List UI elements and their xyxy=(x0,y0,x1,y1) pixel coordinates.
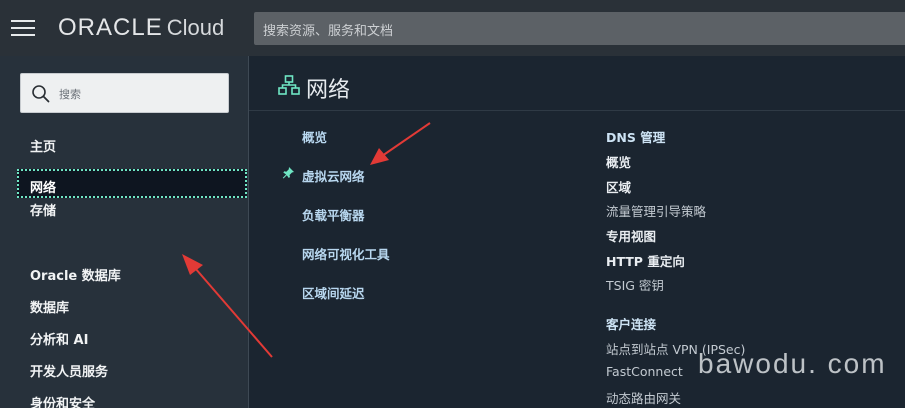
network-icon xyxy=(278,75,300,95)
sidebar-item-developer-services[interactable]: 开发人员服务 xyxy=(30,361,108,380)
oracle-cloud-logo[interactable]: ORACLE Cloud xyxy=(58,14,224,44)
link-network-visualizer[interactable]: 网络可视化工具 xyxy=(302,244,390,263)
sidebar-divider xyxy=(248,56,249,408)
watermark: bawodu. com xyxy=(698,348,887,379)
link-virtual-cloud-networks[interactable]: 虚拟云网络 xyxy=(302,166,365,185)
sidebar-item-networking-label: 网络 xyxy=(30,181,57,196)
search-icon xyxy=(32,85,50,103)
link-inter-region-latency[interactable]: 区域间延迟 xyxy=(302,283,365,302)
dns-link-overview[interactable]: 概览 xyxy=(606,152,631,171)
link-load-balancers[interactable]: 负载平衡器 xyxy=(302,205,365,224)
sidebar-item-storage[interactable]: 存储 xyxy=(30,200,56,219)
sidebar-item-home[interactable]: 主页 xyxy=(30,136,56,155)
link-fastconnect[interactable]: FastConnect xyxy=(606,364,683,379)
arrow-to-virtual-cloud-network xyxy=(370,122,431,165)
hamburger-menu-icon[interactable] xyxy=(0,0,46,56)
top-bar: ORACLE Cloud 搜索资源、服务和文档 xyxy=(0,0,905,56)
page-title-text: 网络 xyxy=(306,78,351,103)
logo-product: Cloud xyxy=(166,15,225,40)
sidebar-item-analytics-ai[interactable]: 分析和 AI xyxy=(30,329,88,348)
dns-management-heading: DNS 管理 xyxy=(606,130,666,145)
sidebar-item-networking[interactable]: 网络 xyxy=(17,169,247,198)
dns-link-tsig-keys[interactable]: TSIG 密钥 xyxy=(606,275,664,294)
global-search-input[interactable]: 搜索资源、服务和文档 xyxy=(254,12,905,45)
dns-link-http-redirect[interactable]: HTTP 重定向 xyxy=(606,251,685,270)
sidebar-item-databases[interactable]: 数据库 xyxy=(30,297,69,316)
sidebar-item-oracle-database[interactable]: Oracle 数据库 xyxy=(30,265,121,284)
dns-link-private-views[interactable]: 专用视图 xyxy=(606,226,656,245)
dns-link-traffic-steering[interactable]: 流量管理引导策略 xyxy=(606,201,706,220)
sidebar: 搜索 xyxy=(0,56,248,408)
sidebar-search-input[interactable]: 搜索 xyxy=(20,73,229,113)
sidebar-search-placeholder: 搜索 xyxy=(59,88,81,101)
title-divider xyxy=(249,110,905,111)
sidebar-item-identity-security[interactable]: 身份和安全 xyxy=(30,393,95,408)
pin-icon[interactable] xyxy=(282,166,295,179)
global-search-placeholder: 搜索资源、服务和文档 xyxy=(263,24,394,39)
dns-link-zones[interactable]: 区域 xyxy=(606,177,631,196)
logo-brand: ORACLE xyxy=(58,14,163,41)
link-overview[interactable]: 概览 xyxy=(302,127,327,146)
customer-connectivity-heading: 客户连接 xyxy=(606,317,657,332)
link-dynamic-routing-gateway[interactable]: 动态路由网关 xyxy=(606,388,681,407)
